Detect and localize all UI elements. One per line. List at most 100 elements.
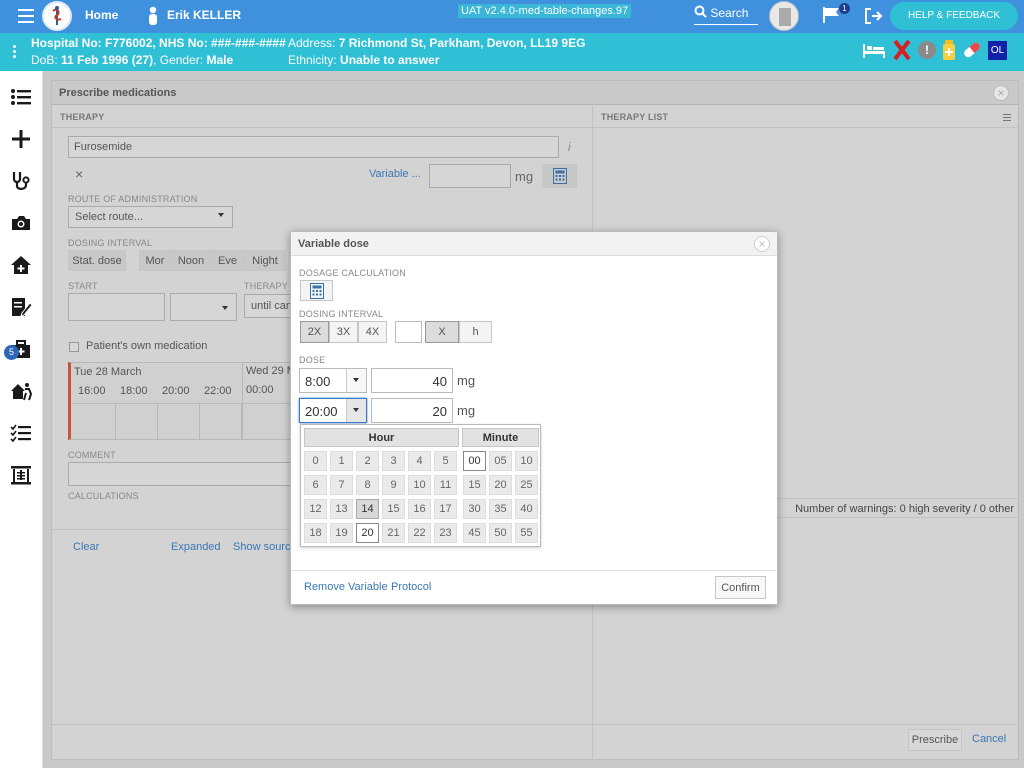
- custom-interval-input[interactable]: [395, 321, 422, 343]
- clear-drug-icon[interactable]: ×: [75, 166, 83, 182]
- stat-dose-button[interactable]: Stat. dose: [68, 250, 126, 271]
- dose2-value-input[interactable]: 20: [371, 398, 453, 423]
- times-x-button[interactable]: X: [425, 321, 459, 343]
- patient-photo[interactable]: [769, 1, 799, 31]
- dropdown-toggle[interactable]: [346, 399, 366, 422]
- minute-option[interactable]: 30: [463, 499, 486, 519]
- document-edit-icon[interactable]: [10, 296, 33, 318]
- minute-option[interactable]: 15: [463, 475, 486, 495]
- hour-option[interactable]: 15: [382, 499, 405, 519]
- allergy-x-icon[interactable]: [893, 39, 911, 61]
- variable-dose-close-icon[interactable]: ×: [754, 236, 770, 252]
- add-icon[interactable]: [10, 128, 32, 150]
- calculator-button[interactable]: [542, 164, 577, 188]
- hour-option[interactable]: 6: [304, 475, 327, 495]
- hour-option[interactable]: 9: [382, 475, 405, 495]
- minute-option[interactable]: 05: [489, 451, 512, 471]
- hour-option[interactable]: 13: [330, 499, 353, 519]
- show-source-link[interactable]: Show source: [233, 541, 297, 553]
- hour-option[interactable]: 8: [356, 475, 379, 495]
- menu-icon[interactable]: [18, 9, 34, 23]
- bed-icon[interactable]: [862, 41, 886, 59]
- warning-icon[interactable]: !: [918, 41, 936, 59]
- hour-option[interactable]: 22: [408, 523, 431, 543]
- hour-option[interactable]: 3: [382, 451, 405, 471]
- dose2-time-select[interactable]: 20:00: [299, 398, 367, 423]
- minute-option[interactable]: 10: [515, 451, 538, 471]
- variable-link[interactable]: Variable ...: [369, 168, 421, 180]
- minute-option[interactable]: 45: [463, 523, 486, 543]
- radiology-icon[interactable]: [10, 464, 32, 486]
- route-select[interactable]: Select route...: [68, 206, 233, 228]
- hour-option[interactable]: 4: [408, 451, 431, 471]
- interval-4x-button[interactable]: 4X: [358, 321, 387, 343]
- list-icon[interactable]: [10, 86, 32, 108]
- minute-option[interactable]: 20: [489, 475, 512, 495]
- dose-input[interactable]: [429, 164, 511, 188]
- patient-menu-icon[interactable]: [13, 45, 17, 59]
- time-eve-button[interactable]: Eve: [211, 250, 244, 271]
- until-select[interactable]: until can: [244, 294, 294, 318]
- time-noon-button[interactable]: Noon: [171, 250, 211, 271]
- hour-option[interactable]: 2: [356, 451, 379, 471]
- logout-icon[interactable]: [864, 7, 884, 25]
- own-medication-checkbox[interactable]: [69, 342, 79, 352]
- time-night-button[interactable]: Night: [244, 250, 286, 271]
- hour-option[interactable]: 5: [434, 451, 457, 471]
- hour-option[interactable]: 19: [330, 523, 353, 543]
- app-logo[interactable]: [42, 1, 72, 31]
- minute-option[interactable]: 50: [489, 523, 512, 543]
- hour-option[interactable]: 21: [382, 523, 405, 543]
- hour-option[interactable]: 11: [434, 475, 457, 495]
- hour-option[interactable]: 0: [304, 451, 327, 471]
- hour-option[interactable]: 18: [304, 523, 327, 543]
- dosage-calc-button[interactable]: [300, 280, 333, 301]
- start-time-select[interactable]: [170, 293, 237, 321]
- ol-badge[interactable]: OL: [988, 41, 1007, 60]
- user-name[interactable]: Erik KELLER: [167, 8, 241, 22]
- hour-option[interactable]: 16: [408, 499, 431, 519]
- protocol-link[interactable]: Protocol: [391, 581, 431, 593]
- minute-option[interactable]: 00: [463, 451, 486, 471]
- stethoscope-icon[interactable]: [10, 170, 32, 192]
- hour-option[interactable]: 17: [434, 499, 457, 519]
- hour-option[interactable]: 10: [408, 475, 431, 495]
- remove-variable-link[interactable]: Remove Variable: [304, 581, 388, 593]
- minute-option[interactable]: 25: [515, 475, 538, 495]
- hour-option[interactable]: 14: [356, 499, 379, 519]
- info-icon[interactable]: i: [568, 140, 571, 154]
- prescribe-button[interactable]: Prescribe: [908, 729, 962, 751]
- checklist-icon[interactable]: [10, 422, 32, 444]
- drug-input[interactable]: Furosemide: [68, 136, 559, 158]
- hours-h-button[interactable]: h: [459, 321, 492, 343]
- time-mor-button[interactable]: Mor: [139, 250, 171, 271]
- hour-option[interactable]: 12: [304, 499, 327, 519]
- clear-link[interactable]: Clear: [73, 541, 99, 553]
- hour-option[interactable]: 23: [434, 523, 457, 543]
- confirm-button[interactable]: Confirm: [715, 576, 766, 599]
- hour-option[interactable]: 7: [330, 475, 353, 495]
- medication-bottle-icon[interactable]: [942, 40, 956, 60]
- prescribe-close-icon[interactable]: ×: [993, 85, 1009, 101]
- minute-option[interactable]: 40: [515, 499, 538, 519]
- dose1-time-select[interactable]: 8:00: [299, 368, 367, 393]
- home-link[interactable]: Home: [85, 8, 118, 22]
- discharge-icon[interactable]: [10, 380, 33, 402]
- start-date-input[interactable]: [68, 293, 165, 321]
- minute-option[interactable]: 55: [515, 523, 538, 543]
- home-health-icon[interactable]: [10, 254, 32, 276]
- hour-option[interactable]: 1: [330, 451, 353, 471]
- therapy-list-menu-icon[interactable]: [1003, 114, 1011, 122]
- help-feedback-button[interactable]: HELP & FEEDBACK: [890, 2, 1018, 30]
- cancel-link[interactable]: Cancel: [972, 733, 1006, 745]
- search-button[interactable]: Search: [694, 5, 758, 25]
- expanded-link[interactable]: Expanded: [171, 541, 221, 553]
- pill-icon[interactable]: [961, 41, 983, 59]
- camera-icon[interactable]: [10, 212, 32, 234]
- minute-option[interactable]: 35: [489, 499, 512, 519]
- interval-2x-button[interactable]: 2X: [300, 321, 329, 343]
- interval-3x-button[interactable]: 3X: [329, 321, 358, 343]
- hour-option[interactable]: 20: [356, 523, 379, 543]
- dropdown-toggle[interactable]: [346, 369, 366, 392]
- dose1-value-input[interactable]: 40: [371, 368, 453, 393]
